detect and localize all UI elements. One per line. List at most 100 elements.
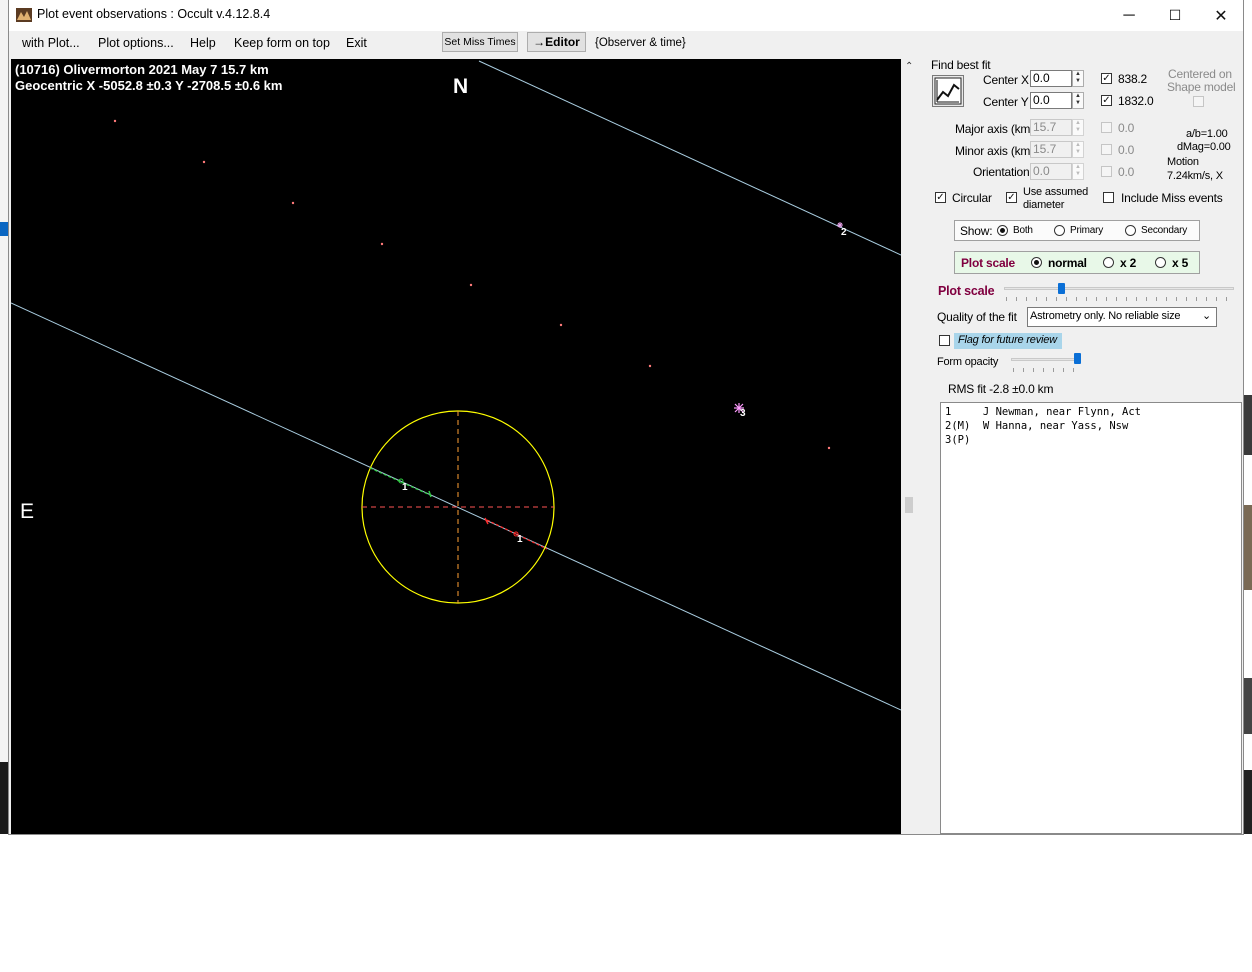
motion-value: 7.24km/s, X [1167, 170, 1223, 182]
background-image-1 [1243, 395, 1252, 455]
find-best-fit-button[interactable] [932, 75, 964, 107]
dot [827, 446, 831, 450]
show-primary-radio[interactable] [1054, 225, 1065, 236]
panel-splitter[interactable]: ⌃ [902, 59, 919, 834]
observer-time-label[interactable]: {Observer & time} [595, 37, 686, 49]
dot [469, 283, 473, 287]
centered-on-label: Centered on [1168, 67, 1232, 81]
close-button[interactable]: ✕ [1198, 0, 1244, 31]
fit-control-panel: Find best fit Center X 0.0 ▲ ▼ Center Y 0… [919, 57, 1243, 834]
occult-app-icon [16, 8, 32, 22]
center-x-label: Center X [983, 73, 1029, 87]
center-x-input[interactable]: 0.0 [1030, 70, 1072, 87]
splitter-handle[interactable] [905, 497, 913, 513]
dot [380, 242, 384, 246]
use-assumed-label-1: Use assumed [1023, 186, 1089, 198]
fix-x-checkbox[interactable]: ✓ [1101, 73, 1112, 84]
collapse-arrow-icon[interactable]: ⌃ [905, 61, 913, 72]
center-y-spinner[interactable]: ▲ ▼ [1072, 92, 1084, 109]
scale-normal-radio[interactable] [1031, 257, 1042, 268]
show-primary-label: Primary [1070, 225, 1104, 236]
menu-with-plot[interactable]: with Plot... [22, 36, 80, 50]
window-title: Plot event observations : Occult v.4.12.… [37, 7, 271, 21]
shape-model-label: Shape model [1167, 80, 1236, 94]
background-window-left-dark [0, 762, 8, 834]
show-both-label: Both [1013, 225, 1033, 236]
plot-scale-slider-thumb[interactable] [1057, 283, 1065, 294]
menu-keep-on-top[interactable]: Keep form on top [234, 36, 330, 50]
chart-fit-icon [934, 77, 962, 105]
form-opacity-label: Form opacity [937, 356, 999, 368]
dot [202, 160, 206, 164]
minor-axis-input[interactable]: 15.7 [1030, 141, 1072, 158]
circular-label: Circular [952, 191, 992, 205]
scale-normal-label: normal [1048, 256, 1087, 270]
orientation-spinner[interactable]: ▲ ▼ [1072, 163, 1084, 180]
fix-major-value: 0.0 [1118, 121, 1135, 135]
title-bar[interactable]: Plot event observations : Occult v.4.12.… [9, 0, 1243, 31]
dot [113, 119, 117, 123]
chord-label-2: 2 [841, 227, 847, 238]
fix-y-value: 1832.0 [1118, 94, 1154, 108]
orientation-input[interactable]: 0.0 [1030, 163, 1072, 180]
find-best-fit-label: Find best fit [931, 58, 991, 72]
fix-major-checkbox[interactable] [1101, 122, 1112, 133]
background-image-2 [1243, 505, 1252, 590]
fix-y-checkbox[interactable]: ✓ [1101, 95, 1112, 106]
list-item[interactable]: 2(M) W Hanna, near Yass, Nsw [945, 419, 1241, 433]
menu-plot-options[interactable]: Plot options... [98, 36, 174, 50]
list-item[interactable]: 1 J Newman, near Flynn, Act [945, 405, 1241, 419]
chevron-down-icon: ⌄ [1202, 310, 1212, 322]
set-miss-times-button[interactable]: Set Miss Times [442, 32, 518, 52]
background-image-4 [1243, 770, 1252, 834]
scale-x5-label: x 5 [1172, 256, 1189, 270]
scale-x5-radio[interactable] [1155, 257, 1166, 268]
center-y-label: Center Y [983, 95, 1029, 109]
use-assumed-diameter-checkbox[interactable]: ✓ [1006, 192, 1017, 203]
fix-orientation-checkbox[interactable] [1101, 166, 1112, 177]
list-item[interactable]: 3(P) [945, 433, 1241, 447]
form-opacity-slider-ticks [1013, 368, 1081, 372]
flag-review-checkbox[interactable] [939, 335, 950, 346]
centered-on-shape-checkbox[interactable] [1193, 96, 1204, 107]
green-chord-segment [369, 467, 431, 496]
menu-bar: with Plot... Plot options... Help Keep f… [9, 31, 1243, 57]
event-plot-canvas[interactable]: (10716) Olivermorton 2021 May 7 15.7 km … [11, 59, 901, 834]
chord-label-green: 1 [402, 482, 408, 493]
fix-x-value: 838.2 [1118, 72, 1148, 86]
show-secondary-radio[interactable] [1125, 225, 1136, 236]
plot-graphics [11, 60, 901, 711]
background-image-3 [1243, 678, 1252, 734]
plot-scale-group-label: Plot scale [961, 256, 1016, 270]
menu-exit[interactable]: Exit [346, 36, 367, 50]
flag-review-label: Flag for future review [958, 334, 1057, 346]
scale-x2-label: x 2 [1120, 256, 1137, 270]
menu-help[interactable]: Help [190, 36, 216, 50]
major-axis-spinner[interactable]: ▲ ▼ [1072, 119, 1084, 136]
motion-label: Motion [1167, 156, 1199, 168]
center-y-input[interactable]: 0.0 [1030, 92, 1072, 109]
form-opacity-slider-track[interactable] [1011, 358, 1081, 361]
major-axis-input[interactable]: 15.7 [1030, 119, 1072, 136]
circular-checkbox[interactable]: ✓ [935, 192, 946, 203]
show-label: Show: [960, 224, 993, 238]
maximize-button[interactable]: ☐ [1152, 0, 1198, 31]
minor-axis-label: Minor axis (km) [955, 144, 1035, 158]
dot [291, 201, 295, 205]
editor-button[interactable]: →Editor [527, 32, 586, 52]
minimize-button[interactable]: ─ [1106, 0, 1152, 31]
include-miss-checkbox[interactable] [1103, 192, 1114, 203]
center-x-spinner[interactable]: ▲ ▼ [1072, 70, 1084, 87]
quality-dropdown[interactable]: Astrometry only. No reliable size ⌄ [1027, 307, 1217, 327]
plot-scale-slider-track[interactable] [1004, 287, 1234, 290]
ab-ratio: a/b=1.00 [1186, 128, 1228, 140]
fix-minor-checkbox[interactable] [1101, 144, 1112, 155]
scale-x2-radio[interactable] [1103, 257, 1114, 268]
show-secondary-label: Secondary [1141, 225, 1188, 236]
observer-list[interactable]: 1 J Newman, near Flynn, Act 2(M) W Hanna… [940, 402, 1242, 834]
show-both-radio[interactable] [997, 225, 1008, 236]
chord-label-red: 1 [517, 534, 523, 545]
minor-axis-spinner[interactable]: ▲ ▼ [1072, 141, 1084, 158]
form-opacity-slider-thumb[interactable] [1074, 353, 1081, 364]
plot-header-line1: (10716) Olivermorton 2021 May 7 15.7 km [15, 62, 269, 77]
